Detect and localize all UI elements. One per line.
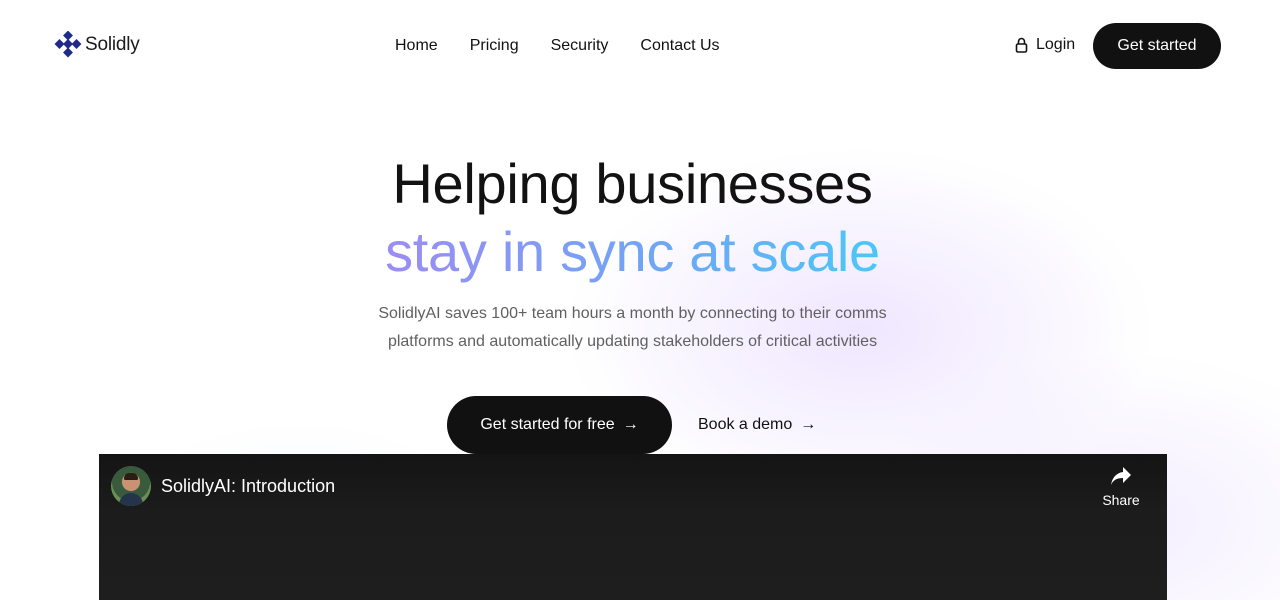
get-started-free-button[interactable]: Get started for free → bbox=[447, 396, 672, 454]
get-started-button[interactable]: Get started bbox=[1093, 23, 1221, 69]
diamond-grid-icon bbox=[54, 31, 82, 58]
intro-video-player[interactable]: SolidlyAI: Introduction Share bbox=[99, 454, 1167, 600]
avatar-hair bbox=[124, 473, 138, 480]
get-started-free-label: Get started for free bbox=[480, 416, 615, 433]
hero-description: SolidlyAI saves 100+ team hours a month … bbox=[0, 300, 1265, 356]
nav-link-contact-us[interactable]: Contact Us bbox=[624, 34, 735, 58]
nav-link-home[interactable]: Home bbox=[379, 34, 454, 58]
share-button[interactable]: Share bbox=[1091, 466, 1151, 508]
hero-title: Helping businesses bbox=[392, 152, 873, 215]
arrow-right-icon: → bbox=[622, 416, 639, 433]
main-nav: Home Pricing Security Contact Us bbox=[379, 34, 736, 58]
nav-link-pricing[interactable]: Pricing bbox=[454, 34, 535, 58]
hero-description-line-1: SolidlyAI saves 100+ team hours a month … bbox=[378, 305, 887, 322]
avatar-shirt bbox=[119, 493, 143, 506]
channel-avatar[interactable] bbox=[111, 466, 151, 506]
hero-subtitle: stay in sync at scale bbox=[0, 218, 1265, 286]
book-demo-label: Book a demo bbox=[698, 416, 793, 433]
hero-description-line-2: platforms and automatically updating sta… bbox=[387, 333, 878, 350]
share-icon bbox=[1111, 467, 1131, 485]
brand-name: Solidly bbox=[85, 34, 140, 55]
login-link[interactable]: Login bbox=[1015, 36, 1075, 54]
video-title[interactable]: SolidlyAI: Introduction bbox=[161, 476, 335, 497]
share-label: Share bbox=[1102, 492, 1140, 508]
hero-cta-row: Get started for free → Book a demo → bbox=[447, 396, 816, 454]
nav-link-security[interactable]: Security bbox=[535, 34, 625, 58]
arrow-right-icon: → bbox=[800, 416, 817, 433]
brand-logo[interactable]: Solidly bbox=[54, 31, 140, 59]
login-label: Login bbox=[1036, 36, 1076, 53]
lock-icon bbox=[1015, 37, 1028, 53]
book-demo-button[interactable]: Book a demo → bbox=[698, 416, 816, 434]
hero-subtitle-text: stay in sync at scale bbox=[385, 220, 880, 283]
top-navbar: Solidly Home Pricing Security Contact Us… bbox=[0, 0, 1280, 92]
